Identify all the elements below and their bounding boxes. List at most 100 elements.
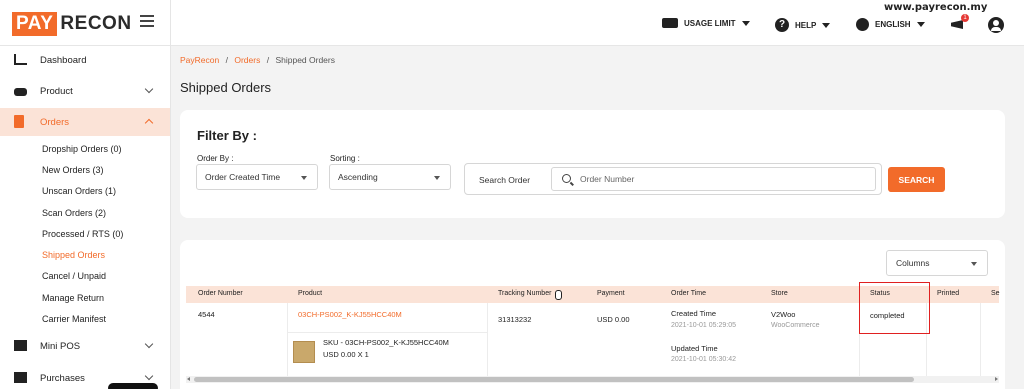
clipboard-icon xyxy=(14,115,24,128)
sidebar-subitem-carrier-manifest[interactable]: Carrier Manifest xyxy=(42,314,106,324)
chevron-down-icon xyxy=(822,22,831,28)
header-product[interactable]: Product xyxy=(298,290,322,297)
search-placeholder: Order Number xyxy=(580,174,635,184)
sidebar-subitem-manage-return[interactable]: Manage Return xyxy=(42,293,104,303)
purchases-icon xyxy=(14,372,27,383)
product-link[interactable]: 03CH-PS002_K-KJ55HCC40M xyxy=(298,310,402,319)
column-divider xyxy=(980,303,981,376)
mouse-cursor-icon xyxy=(555,290,562,300)
header-tracking-number[interactable]: Tracking Number xyxy=(498,290,551,297)
sidebar-subitem-unscan-orders[interactable]: Unscan Orders (1) xyxy=(42,186,116,196)
cell-store-platform: WooCommerce xyxy=(771,322,820,329)
help-icon: ? xyxy=(775,18,789,32)
truck-icon xyxy=(662,18,678,28)
header-order-time[interactable]: Order Time xyxy=(671,290,706,297)
scroll-left-icon[interactable] xyxy=(187,377,190,381)
language-label: ENGLISH xyxy=(875,20,911,29)
cell-order-number[interactable]: 4544 xyxy=(198,310,215,319)
scrollbar-thumb[interactable] xyxy=(194,377,914,382)
sidebar-subitem-dropship-orders[interactable]: Dropship Orders (0) xyxy=(42,144,122,154)
columns-label: Columns xyxy=(896,258,930,268)
notification-badge: 1 xyxy=(961,14,969,22)
megaphone-icon xyxy=(951,20,963,29)
globe-icon xyxy=(856,18,869,31)
sidebar-item-mini-pos[interactable]: Mini POS xyxy=(0,332,170,360)
top-bar: PAY RECON USAGE LIMIT ? HELP ENGLISH www… xyxy=(0,0,1024,46)
sidebar-subitem-processed-rts[interactable]: Processed / RTS (0) xyxy=(42,229,123,239)
watermark-url: www.payrecon.my xyxy=(884,2,988,13)
cell-store: V2Woo xyxy=(771,310,796,319)
search-button[interactable]: SEARCH xyxy=(888,167,945,192)
chevron-up-icon xyxy=(144,118,154,128)
sorting-select[interactable]: Ascending xyxy=(329,164,451,190)
header-printed[interactable]: Printed xyxy=(937,290,959,297)
sidebar-item-orders[interactable]: Orders xyxy=(0,108,170,136)
search-icon xyxy=(562,174,571,183)
breadcrumb-home-link[interactable]: PayRecon xyxy=(180,55,219,65)
breadcrumb: PayRecon / Orders / Shipped Orders xyxy=(180,55,335,65)
usage-limit-menu[interactable]: USAGE LIMIT xyxy=(662,18,750,28)
header-payment[interactable]: Payment xyxy=(597,290,625,297)
columns-select[interactable]: Columns xyxy=(886,250,988,276)
sidebar-subitem-scan-orders[interactable]: Scan Orders (2) xyxy=(42,208,106,218)
status-highlight-box xyxy=(859,282,930,334)
row-divider xyxy=(288,332,487,333)
help-menu[interactable]: ? HELP xyxy=(775,18,831,32)
order-by-label: Order By : xyxy=(197,154,234,163)
cell-created-label: Created Time xyxy=(671,309,717,318)
breadcrumb-orders-link[interactable]: Orders xyxy=(234,55,260,65)
payrecon-logo[interactable]: PAY RECON xyxy=(12,12,135,36)
sidebar: Dashboard Product Orders Dropship Orders… xyxy=(0,46,170,389)
sidebar-item-label: Dashboard xyxy=(40,54,87,66)
chevron-down-icon xyxy=(144,371,154,381)
scroll-right-icon[interactable] xyxy=(995,377,998,381)
sorting-label: Sorting : xyxy=(330,154,360,163)
help-label: HELP xyxy=(795,20,817,30)
chevron-down-icon xyxy=(301,176,307,180)
search-order-label: Search Order xyxy=(479,175,531,185)
cell-tracking-number: 31313232 xyxy=(498,315,532,324)
header-store[interactable]: Store xyxy=(771,290,788,297)
language-menu[interactable]: ENGLISH xyxy=(856,18,925,31)
user-account-icon[interactable] xyxy=(988,17,1004,33)
breadcrumb-separator: / xyxy=(225,55,228,65)
orders-table-panel: Columns Order Number Product Tracking Nu… xyxy=(180,240,1005,389)
header-order-number[interactable]: Order Number xyxy=(198,290,243,297)
breadcrumb-current: Shipped Orders xyxy=(275,55,335,65)
menu-toggle-icon[interactable] xyxy=(140,15,154,27)
chevron-down-icon xyxy=(971,262,977,266)
overlay-pill xyxy=(108,383,158,389)
sidebar-item-label: Product xyxy=(40,85,73,97)
notifications-button[interactable]: 1 xyxy=(951,14,969,30)
cell-payment: USD 0.00 xyxy=(597,315,630,324)
chart-icon xyxy=(14,54,27,65)
sidebar-item-label: Purchases xyxy=(40,372,85,384)
sorting-value: Ascending xyxy=(338,172,378,182)
page-title: Shipped Orders xyxy=(180,80,272,95)
column-divider xyxy=(287,303,288,376)
cell-sku: SKU - 03CH-PS002_K-KJ55HCC40M xyxy=(323,338,449,347)
usage-limit-label: USAGE LIMIT xyxy=(684,18,736,28)
sidebar-item-product[interactable]: Product xyxy=(0,77,170,105)
column-divider xyxy=(487,303,488,376)
breadcrumb-separator: / xyxy=(266,55,270,65)
cell-created-time: 2021-10-01 05:29:05 xyxy=(671,322,736,329)
filter-title: Filter By : xyxy=(197,128,257,143)
sidebar-subitem-new-orders[interactable]: New Orders (3) xyxy=(42,165,104,175)
sidebar-item-label: Orders xyxy=(40,116,70,128)
chevron-down-icon xyxy=(434,176,440,180)
chevron-down-icon xyxy=(144,84,154,94)
order-number-search-input[interactable]: Order Number xyxy=(551,167,876,191)
sidebar-subitem-cancel-unpaid[interactable]: Cancel / Unpaid xyxy=(42,271,106,281)
sidebar-item-dashboard[interactable]: Dashboard xyxy=(0,46,170,74)
logo-recon: RECON xyxy=(60,13,132,34)
sidebar-subitem-shipped-orders[interactable]: Shipped Orders xyxy=(42,250,105,260)
order-by-select[interactable]: Order Created Time xyxy=(196,164,318,190)
horizontal-scrollbar[interactable] xyxy=(186,376,999,383)
cell-updated-label: Updated Time xyxy=(671,344,718,353)
order-by-value: Order Created Time xyxy=(205,172,281,182)
pos-icon xyxy=(14,340,27,351)
header-truncated[interactable]: Se xyxy=(991,290,1000,297)
cell-updated-time: 2021-10-01 05:30:42 xyxy=(671,356,736,363)
chevron-down-icon xyxy=(916,22,925,27)
